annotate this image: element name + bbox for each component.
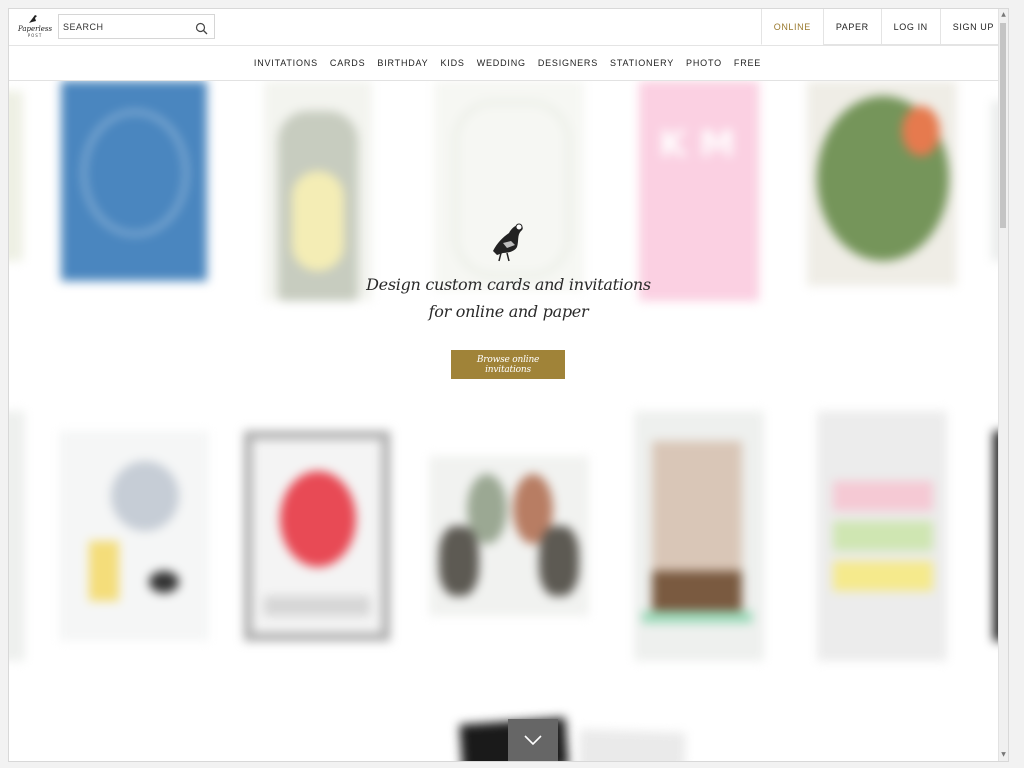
search-icon[interactable] — [195, 20, 208, 35]
vertical-scrollbar[interactable]: ▲ ▼ — [998, 9, 1008, 761]
tagline-line-1: Design custom cards and invitations — [366, 275, 651, 294]
site-logo[interactable]: Paperless POST — [15, 13, 52, 41]
browse-online-invitations-button[interactable]: Browse online invitations — [451, 350, 565, 379]
card-thumbnail — [578, 729, 686, 761]
brand-sub: POST — [27, 33, 43, 38]
hero-tagline: Design custom cards and invitations for … — [9, 271, 1008, 325]
browser-viewport: Paperless POST ONLINE PAPER LOG IN SIGN … — [9, 9, 1008, 761]
scroll-up-arrow-icon[interactable]: ▲ — [999, 9, 1008, 21]
card-thumbnail — [817, 411, 947, 661]
nav-item-stationery[interactable]: STATIONERY — [604, 58, 680, 68]
card-thumbnail — [244, 431, 390, 641]
scroll-down-arrow-icon[interactable]: ▼ — [999, 749, 1008, 761]
login-link[interactable]: LOG IN — [880, 9, 940, 45]
tagline-line-2: for online and paper — [428, 302, 589, 321]
nav-item-wedding[interactable]: WEDDING — [471, 58, 532, 68]
category-nav: INVITATIONS CARDS BIRTHDAY KIDS WEDDING … — [9, 45, 1008, 81]
card-thumbnail — [9, 411, 25, 661]
card-thumbnail — [59, 431, 209, 641]
nav-item-photo[interactable]: PHOTO — [680, 58, 728, 68]
pigeon-icon — [489, 221, 527, 263]
nav-item-kids[interactable]: KIDS — [434, 58, 470, 68]
search-input[interactable] — [63, 18, 188, 35]
nav-item-invitations[interactable]: INVITATIONS — [248, 58, 324, 68]
card-thumbnail — [429, 456, 589, 616]
tab-paper[interactable]: PAPER — [822, 9, 881, 45]
nav-item-cards[interactable]: CARDS — [324, 58, 372, 68]
search-box — [58, 14, 215, 39]
brand-name: Paperless — [17, 25, 53, 33]
tab-online[interactable]: ONLINE — [760, 9, 823, 45]
nav-item-birthday[interactable]: BIRTHDAY — [371, 58, 434, 68]
nav-item-designers[interactable]: DESIGNERS — [532, 58, 604, 68]
scroll-down-button[interactable] — [508, 719, 558, 761]
hero-section: Design custom cards and invitations for … — [9, 81, 1008, 421]
account-tabs: ONLINE PAPER LOG IN SIGN UP — [760, 9, 1008, 45]
nav-item-free[interactable]: FREE — [728, 58, 767, 68]
chevron-down-icon — [523, 731, 543, 750]
top-header: Paperless POST ONLINE PAPER LOG IN SIGN … — [9, 9, 1008, 45]
card-thumbnail — [634, 411, 764, 661]
scrollbar-thumb[interactable] — [1000, 23, 1006, 228]
